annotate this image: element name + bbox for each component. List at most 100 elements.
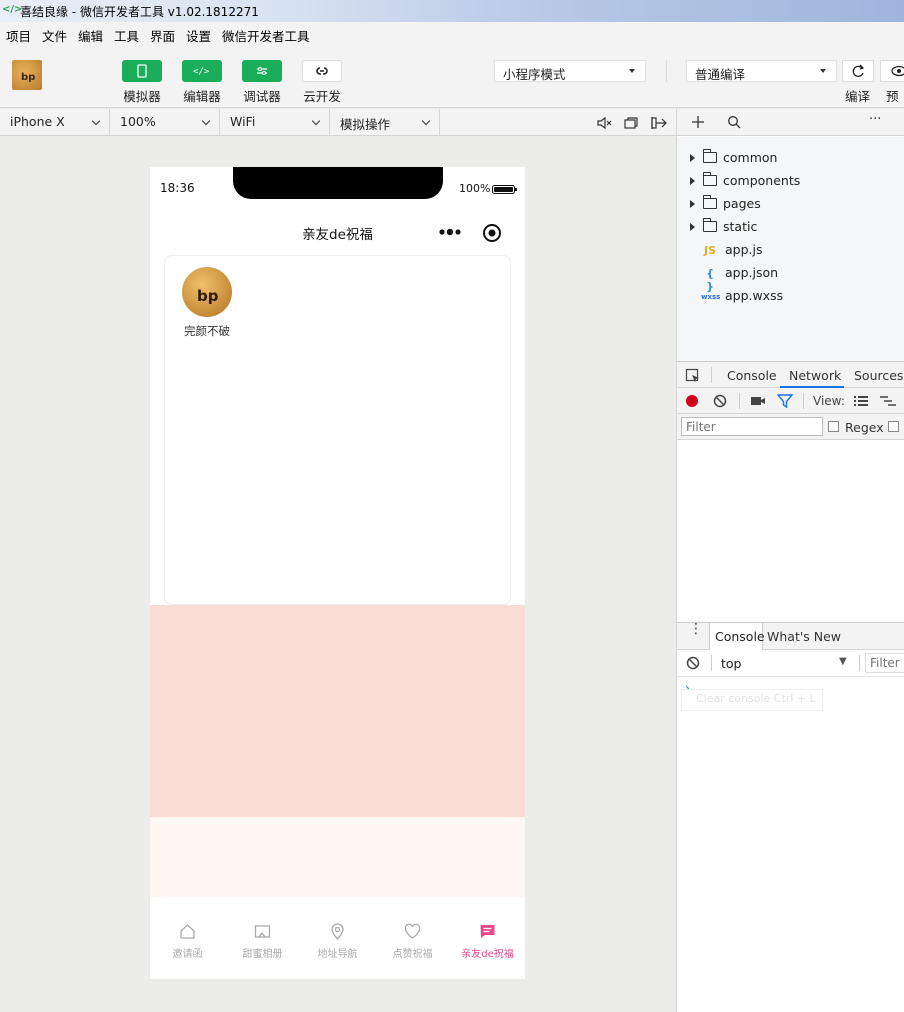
- user-avatar[interactable]: bp: [12, 60, 42, 90]
- detach-icon[interactable]: [650, 115, 668, 131]
- preview-button[interactable]: [880, 60, 904, 82]
- tab-label: 邀请函: [172, 949, 203, 960]
- window-title: 喜结良缘 - 微信开发者工具 v1.02.1812271: [20, 5, 259, 19]
- js-file-icon: JS: [703, 244, 716, 257]
- folder-icon: [703, 195, 717, 209]
- folder-icon: [703, 218, 717, 232]
- menu-tools[interactable]: 工具: [114, 26, 139, 45]
- tree-folder-common[interactable]: common: [677, 147, 904, 169]
- tree-folder-components[interactable]: components: [677, 170, 904, 192]
- clear-console-icon[interactable]: [686, 656, 700, 670]
- tree-item-name: app.js: [725, 242, 763, 257]
- window-icon[interactable]: [623, 115, 639, 131]
- camera-icon[interactable]: [750, 395, 766, 407]
- tree-file-app-js[interactable]: JS app.js: [677, 239, 904, 261]
- network-log-area: [677, 440, 904, 622]
- phone-screen: 18:36 100% 亲友de祝福 bp 完颜不破 邀请函 甜蜜相册 地址导航 …: [150, 167, 525, 979]
- regex-checkbox[interactable]: [828, 421, 839, 432]
- tree-item-name: app.json: [725, 265, 779, 280]
- console-toolbar: top ▼: [677, 650, 904, 677]
- device-toolbar: iPhone X 100% WiFi 模拟操作: [0, 109, 676, 136]
- tab-likes[interactable]: 点赞祝福: [375, 897, 450, 979]
- cloud-dev-button[interactable]: [302, 60, 342, 82]
- mode-select[interactable]: 小程序模式: [494, 60, 646, 82]
- waterfall-icon[interactable]: [879, 395, 897, 407]
- list-view-icon[interactable]: [853, 395, 869, 407]
- tab-console[interactable]: Console: [727, 368, 777, 383]
- tab-label: 甜蜜相册: [242, 949, 283, 960]
- tab-navigation[interactable]: 地址导航: [300, 897, 375, 979]
- compile-button[interactable]: [842, 60, 874, 82]
- tree-file-app-wxss[interactable]: wxss app.wxss: [677, 285, 904, 307]
- menu-project[interactable]: 项目: [6, 26, 31, 45]
- drawer-tabbar: ⋮ Console What's New: [677, 622, 904, 650]
- caret-right-icon: [690, 177, 695, 185]
- svg-text:</>: </>: [193, 67, 210, 77]
- tree-folder-pages[interactable]: pages: [677, 193, 904, 215]
- drawer-tab-console[interactable]: Console: [709, 623, 765, 650]
- user-avatar[interactable]: bp: [182, 267, 232, 317]
- divider: [803, 393, 804, 409]
- tree-item-name: components: [723, 173, 801, 188]
- clear-icon[interactable]: [713, 394, 727, 408]
- menu-edit[interactable]: 编辑: [78, 26, 103, 45]
- compile-select[interactable]: 普通编译: [686, 60, 837, 82]
- menu-settings[interactable]: 设置: [186, 26, 211, 45]
- nav-title: 亲友de祝福: [302, 227, 373, 243]
- simulator-button[interactable]: [122, 60, 162, 82]
- compile-select-value: 普通编译: [695, 67, 746, 82]
- tab-label-active: 亲友de祝福: [461, 949, 514, 960]
- add-icon[interactable]: [691, 115, 705, 129]
- inspect-element-icon[interactable]: [685, 368, 701, 384]
- device-select[interactable]: iPhone X: [0, 109, 110, 136]
- tab-album[interactable]: 甜蜜相册: [225, 897, 300, 979]
- zoom-value: 100%: [120, 114, 156, 129]
- record-icon[interactable]: [685, 394, 699, 408]
- zoom-select[interactable]: 100%: [110, 109, 220, 136]
- caret-right-icon: [690, 154, 695, 162]
- network-filter-input[interactable]: [681, 417, 823, 436]
- menu-wechat-devtools[interactable]: 微信开发者工具: [222, 26, 310, 45]
- search-icon[interactable]: [727, 115, 741, 129]
- location-icon: [331, 923, 344, 940]
- operation-value: 模拟操作: [340, 117, 391, 132]
- tree-folder-static[interactable]: static: [677, 216, 904, 238]
- toolbar: bp 模拟器 </> 编辑器 调试器 云开发 小程序模式 普通编译 编译 预览: [0, 46, 904, 123]
- tree-item-name: static: [723, 219, 758, 234]
- menu-file[interactable]: 文件: [42, 26, 67, 45]
- operation-select[interactable]: 模拟操作: [330, 109, 440, 136]
- phone-notch: [233, 167, 443, 199]
- more-icon[interactable]: [438, 225, 464, 239]
- debug-icon: [257, 67, 267, 75]
- debugger-button[interactable]: [242, 60, 282, 82]
- user-name: 完颜不破: [184, 324, 230, 338]
- tree-file-app-json[interactable]: { } app.json: [677, 262, 904, 293]
- tab-blessings[interactable]: 亲友de祝福: [450, 897, 525, 979]
- filter-icon[interactable]: [777, 394, 793, 408]
- light-pink-section: [150, 817, 525, 897]
- more-options-icon[interactable]: ···: [869, 112, 881, 127]
- mute-icon[interactable]: [596, 115, 612, 131]
- drawer-menu-icon[interactable]: ⋮: [689, 622, 703, 636]
- drawer-tab-whats-new[interactable]: What's New: [767, 629, 841, 644]
- status-battery-text: 100%: [459, 182, 491, 195]
- capsule-close-icon[interactable]: [482, 223, 502, 243]
- hide-data-urls-checkbox[interactable]: [888, 421, 899, 432]
- chevron-down-icon: [421, 116, 431, 126]
- tree-item-name: pages: [723, 196, 761, 211]
- editor-button[interactable]: </>: [182, 60, 222, 82]
- home-icon: [180, 924, 195, 939]
- context-select[interactable]: top ▼: [715, 650, 855, 677]
- tab-network[interactable]: Network: [789, 368, 841, 383]
- tab-invitation[interactable]: 邀请函: [150, 897, 225, 979]
- network-select[interactable]: WiFi: [220, 109, 330, 136]
- caret-down-icon: [629, 69, 635, 73]
- divider: [666, 60, 667, 82]
- svg-text:bp: bp: [21, 72, 35, 83]
- tab-sources[interactable]: Sources: [854, 368, 903, 383]
- console-filter-input[interactable]: [865, 653, 904, 673]
- menu-view[interactable]: 界面: [150, 26, 175, 45]
- caret-down-icon: [820, 69, 826, 73]
- svg-text:bp: bp: [197, 287, 219, 305]
- eye-icon: [891, 65, 904, 77]
